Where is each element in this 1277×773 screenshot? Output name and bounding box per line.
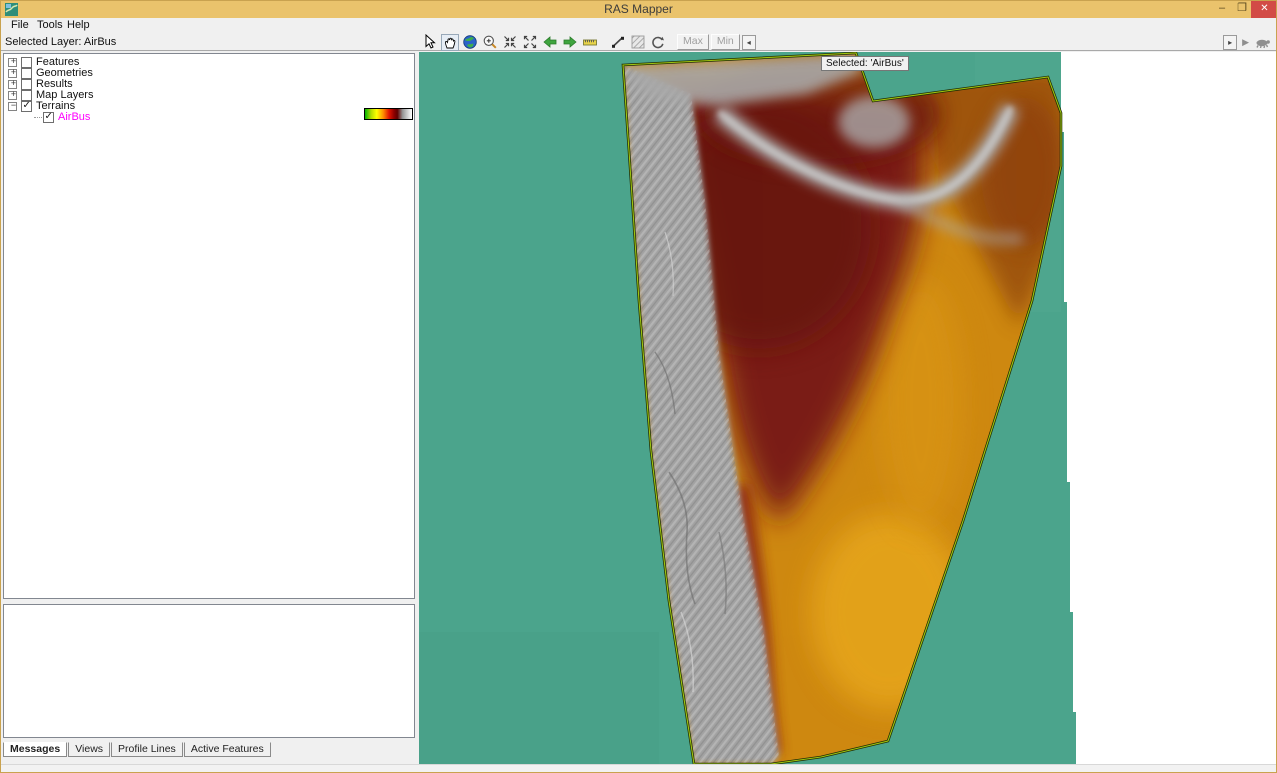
- expand-icon[interactable]: [8, 58, 17, 67]
- tree-item-airbus[interactable]: AirBus: [34, 111, 90, 122]
- tab-active-features[interactable]: Active Features: [184, 742, 271, 757]
- checkbox[interactable]: [43, 112, 54, 123]
- tab-messages[interactable]: Messages: [3, 742, 67, 757]
- checkbox[interactable]: [21, 79, 32, 90]
- terrain-map: [419, 52, 1277, 764]
- messages-panel[interactable]: [3, 604, 415, 738]
- full-extent-icon[interactable]: [521, 34, 539, 51]
- toolbar-row: Selected Layer: AirBus: [1, 33, 1276, 51]
- tab-profile-lines[interactable]: Profile Lines: [111, 742, 183, 757]
- animation-left-button[interactable]: ◂: [742, 35, 756, 50]
- titlebar[interactable]: RAS Mapper – ❐ ✕: [1, 1, 1276, 18]
- toolbar: Max Min ◂: [421, 33, 756, 51]
- ras-mapper-window: RAS Mapper – ❐ ✕ File Tools Help Selecte…: [0, 0, 1277, 773]
- menu-tools[interactable]: Tools: [33, 19, 67, 31]
- zoom-in-icon[interactable]: [481, 34, 499, 51]
- animation-controls: ▸ ▶: [1223, 33, 1272, 51]
- collapse-icon[interactable]: [8, 102, 17, 111]
- layer-tree[interactable]: Features Geometries Results Map Layers T…: [3, 53, 415, 599]
- tree-item-geometries[interactable]: Geometries: [8, 67, 93, 78]
- tree-item-terrains[interactable]: Terrains: [8, 100, 75, 111]
- layer-panel: Features Geometries Results Map Layers T…: [1, 52, 418, 764]
- select-arrow-icon[interactable]: [421, 34, 439, 51]
- zoom-extents-globe-icon[interactable]: [461, 34, 479, 51]
- tree-item-results[interactable]: Results: [8, 78, 73, 89]
- menu-help[interactable]: Help: [63, 19, 94, 31]
- rotate-redraw-icon[interactable]: [649, 34, 667, 51]
- max-button[interactable]: Max: [677, 34, 709, 50]
- checkbox[interactable]: [21, 57, 32, 68]
- map-selection-tooltip: Selected: 'AirBus': [821, 56, 909, 71]
- checkbox[interactable]: [21, 101, 32, 112]
- expand-icon[interactable]: [8, 91, 17, 100]
- checkbox[interactable]: [21, 90, 32, 101]
- toolbar-overflow-button[interactable]: ▸: [1223, 35, 1237, 50]
- tree-item-map-layers[interactable]: Map Layers: [8, 89, 93, 100]
- pan-hand-icon[interactable]: [441, 34, 459, 51]
- min-button[interactable]: Min: [711, 34, 740, 50]
- map-canvas[interactable]: [419, 52, 1277, 764]
- tree-item-label: AirBus: [58, 111, 90, 123]
- minimize-button[interactable]: –: [1213, 1, 1231, 18]
- terrain-color-ramp-legend: [364, 108, 413, 120]
- tree-item-features[interactable]: Features: [8, 56, 79, 67]
- tab-views[interactable]: Views: [68, 742, 110, 757]
- expand-icon[interactable]: [8, 80, 17, 89]
- next-view-icon[interactable]: [561, 34, 579, 51]
- restore-button[interactable]: ❐: [1233, 1, 1251, 18]
- previous-view-icon[interactable]: [541, 34, 559, 51]
- tree-connector: [34, 117, 42, 118]
- profile-line-icon[interactable]: [609, 34, 627, 51]
- status-bar: [1, 764, 1276, 773]
- menubar: File Tools Help: [1, 18, 1276, 33]
- selected-layer-label: Selected Layer: AirBus: [5, 36, 116, 48]
- checkbox[interactable]: [21, 68, 32, 79]
- turtle-icon[interactable]: [1254, 35, 1272, 49]
- play-icon[interactable]: ▶: [1242, 37, 1249, 48]
- expand-icon[interactable]: [8, 69, 17, 78]
- close-button[interactable]: ✕: [1251, 1, 1277, 18]
- measure-ruler-icon[interactable]: [581, 34, 599, 51]
- window-title: RAS Mapper: [1, 2, 1276, 16]
- zoom-window-in-icon[interactable]: [501, 34, 519, 51]
- bottom-tabs: MessagesViewsProfile LinesActive Feature…: [3, 739, 272, 755]
- clip-region-hatched-icon[interactable]: [629, 34, 647, 51]
- menu-file[interactable]: File: [7, 19, 33, 31]
